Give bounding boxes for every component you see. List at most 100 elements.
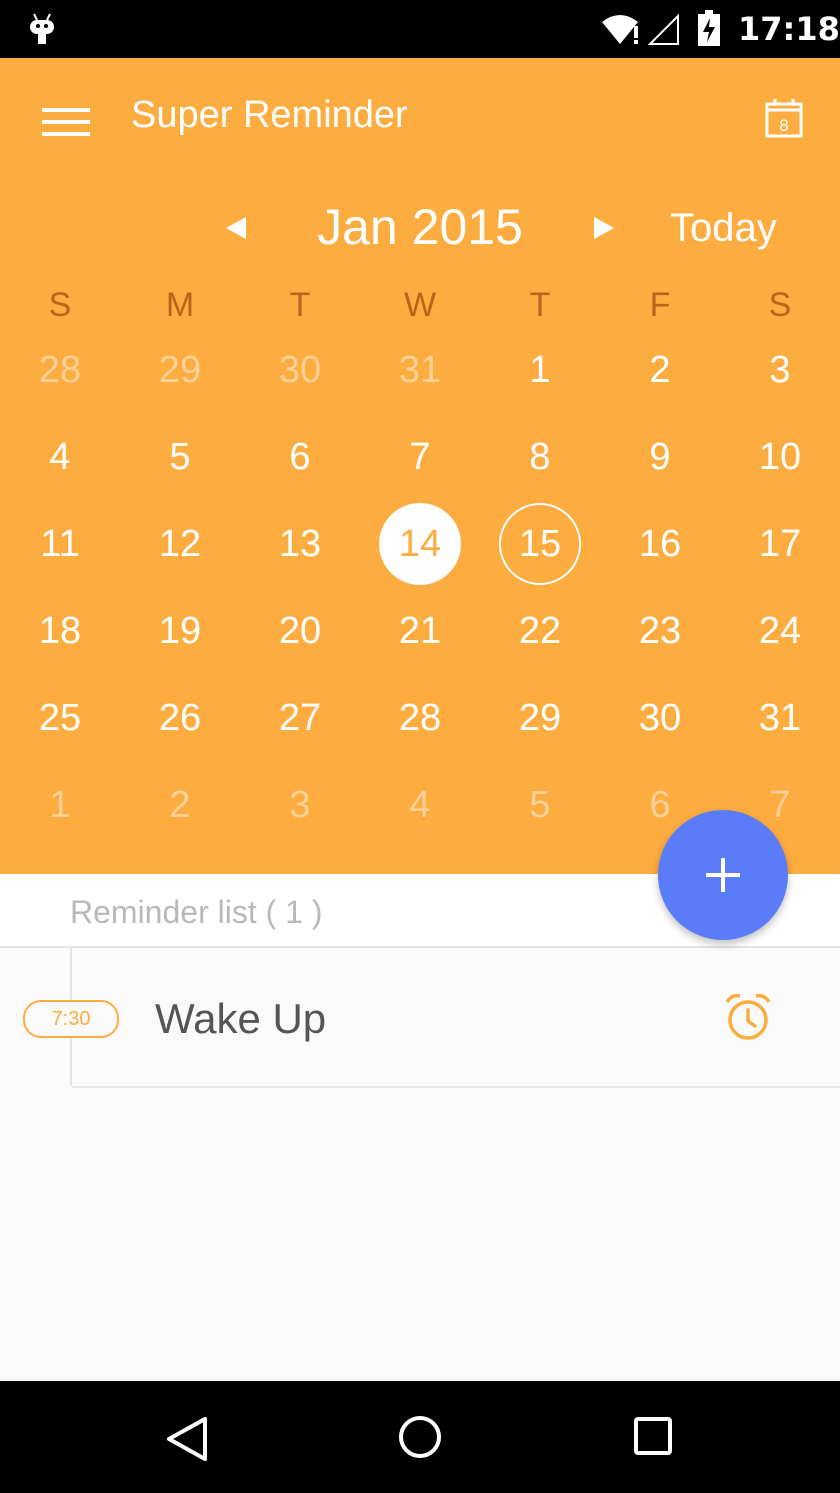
calendar-day-number: 21 (398, 610, 442, 652)
calendar-day[interactable]: 28 (360, 676, 480, 760)
previous-month-icon[interactable] (222, 215, 248, 241)
calendar-day-number: 1 (529, 349, 551, 391)
calendar-day[interactable]: 3 (720, 328, 840, 412)
reminder-list-title: Reminder list ( 1 ) (70, 894, 323, 930)
status-bar: 17:18 (0, 0, 840, 58)
calendar-day-number: 28 (38, 349, 82, 391)
calendar-day-number: 3 (289, 784, 311, 826)
calendar-day-number: 9 (649, 436, 671, 478)
calendar-day-number: 2 (649, 349, 671, 391)
calendar-day[interactable]: 15 (480, 502, 600, 586)
calendar-day[interactable]: 18 (0, 589, 120, 673)
calendar-day-number: 28 (398, 697, 442, 739)
calendar-day-number: 31 (398, 349, 442, 391)
calendar-day[interactable]: 30 (600, 676, 720, 760)
calendar-day-number: 29 (518, 697, 562, 739)
calendar-day-number: 19 (158, 610, 202, 652)
add-reminder-button[interactable] (658, 810, 788, 940)
weekday-label: S (48, 286, 72, 324)
navigation-bar (0, 1381, 840, 1493)
battery-charging-icon (698, 10, 720, 46)
calendar-day-number: 27 (278, 697, 322, 739)
calendar-day[interactable]: 29 (480, 676, 600, 760)
calendar-day-number: 3 (769, 349, 791, 391)
calendar-day[interactable]: 2 (120, 763, 240, 847)
calendar-day[interactable]: 10 (720, 415, 840, 499)
cell-signal-icon (648, 14, 679, 45)
calendar-day[interactable]: 4 (360, 763, 480, 847)
calendar-day-number: 30 (638, 697, 682, 739)
calendar-day[interactable]: 8 (480, 415, 600, 499)
status-clock: 17:18 (738, 10, 840, 48)
next-month-icon[interactable] (592, 215, 618, 241)
calendar-day-number: 17 (758, 523, 802, 565)
calendar-day[interactable]: 5 (120, 415, 240, 499)
calendar-day[interactable]: 31 (720, 676, 840, 760)
calendar-day-number: 29 (158, 349, 202, 391)
calendar-day-number: 23 (638, 610, 682, 652)
calendar-day[interactable]: 1 (480, 328, 600, 412)
calendar-day-number: 6 (649, 784, 671, 826)
calendar-icon-day: 8 (779, 116, 788, 135)
recent-apps-icon[interactable] (634, 1417, 672, 1455)
calendar-day[interactable]: 27 (240, 676, 360, 760)
calendar-day[interactable]: 3 (240, 763, 360, 847)
calendar-day[interactable]: 31 (360, 328, 480, 412)
calendar-day-number: 22 (518, 610, 562, 652)
calendar-icon[interactable]: 8 (765, 98, 803, 138)
calendar-day[interactable]: 16 (600, 502, 720, 586)
today-button[interactable]: Today (670, 206, 777, 251)
calendar-day[interactable]: 24 (720, 589, 840, 673)
calendar-day[interactable]: 4 (0, 415, 120, 499)
back-icon[interactable] (165, 1416, 209, 1462)
calendar-day-number: 7 (409, 436, 431, 478)
calendar-day[interactable]: 2 (600, 328, 720, 412)
calendar-day-number: 30 (278, 349, 322, 391)
calendar-day[interactable]: 1 (0, 763, 120, 847)
calendar-day[interactable]: 7 (360, 415, 480, 499)
calendar-day[interactable]: 25 (0, 676, 120, 760)
calendar-day[interactable]: 17 (720, 502, 840, 586)
calendar-day-number: 18 (38, 610, 82, 652)
calendar-day[interactable]: 22 (480, 589, 600, 673)
calendar-day[interactable]: 23 (600, 589, 720, 673)
calendar-day[interactable]: 9 (600, 415, 720, 499)
calendar-day[interactable]: 14 (360, 502, 480, 586)
calendar-day[interactable]: 12 (120, 502, 240, 586)
calendar-day[interactable]: 26 (120, 676, 240, 760)
calendar-day-number: 2 (169, 784, 191, 826)
menu-icon[interactable] (42, 108, 90, 142)
calendar-day[interactable]: 29 (120, 328, 240, 412)
reminder-title[interactable]: Wake Up (155, 995, 326, 1043)
calendar-day[interactable]: 30 (240, 328, 360, 412)
calendar-day-number: 20 (278, 610, 322, 652)
weekday-label: T (289, 286, 311, 324)
weekday-label: M (165, 286, 195, 324)
calendar-day[interactable]: 13 (240, 502, 360, 586)
weekday-label: S (768, 286, 792, 324)
home-icon[interactable] (398, 1415, 442, 1459)
calendar-day-number: 16 (638, 523, 682, 565)
calendar-day-number: 10 (758, 436, 802, 478)
calendar-day-number: 14 (379, 503, 461, 585)
calendar-day[interactable]: 6 (240, 415, 360, 499)
wifi-icon (602, 15, 638, 44)
calendar-day-number: 15 (499, 503, 581, 585)
calendar-day[interactable]: 11 (0, 502, 120, 586)
calendar-day[interactable]: 20 (240, 589, 360, 673)
reminder-time-badge: 7:30 (23, 1000, 119, 1038)
calendar-day[interactable]: 28 (0, 328, 120, 412)
calendar-day-number: 5 (529, 784, 551, 826)
calendar-day-number: 5 (169, 436, 191, 478)
calendar-header: Super Reminder 8 Jan 2015 Today S M T W … (0, 58, 840, 874)
calendar-day-number: 8 (529, 436, 551, 478)
calendar-day[interactable]: 21 (360, 589, 480, 673)
month-label: Jan 2015 (317, 199, 523, 255)
calendar-day-number: 12 (158, 523, 202, 565)
calendar-day-number: 1 (49, 784, 71, 826)
calendar-day[interactable]: 5 (480, 763, 600, 847)
alarm-clock-icon[interactable] (724, 992, 772, 1042)
calendar-day-number: 6 (289, 436, 311, 478)
calendar-day-number: 26 (158, 697, 202, 739)
calendar-day[interactable]: 19 (120, 589, 240, 673)
